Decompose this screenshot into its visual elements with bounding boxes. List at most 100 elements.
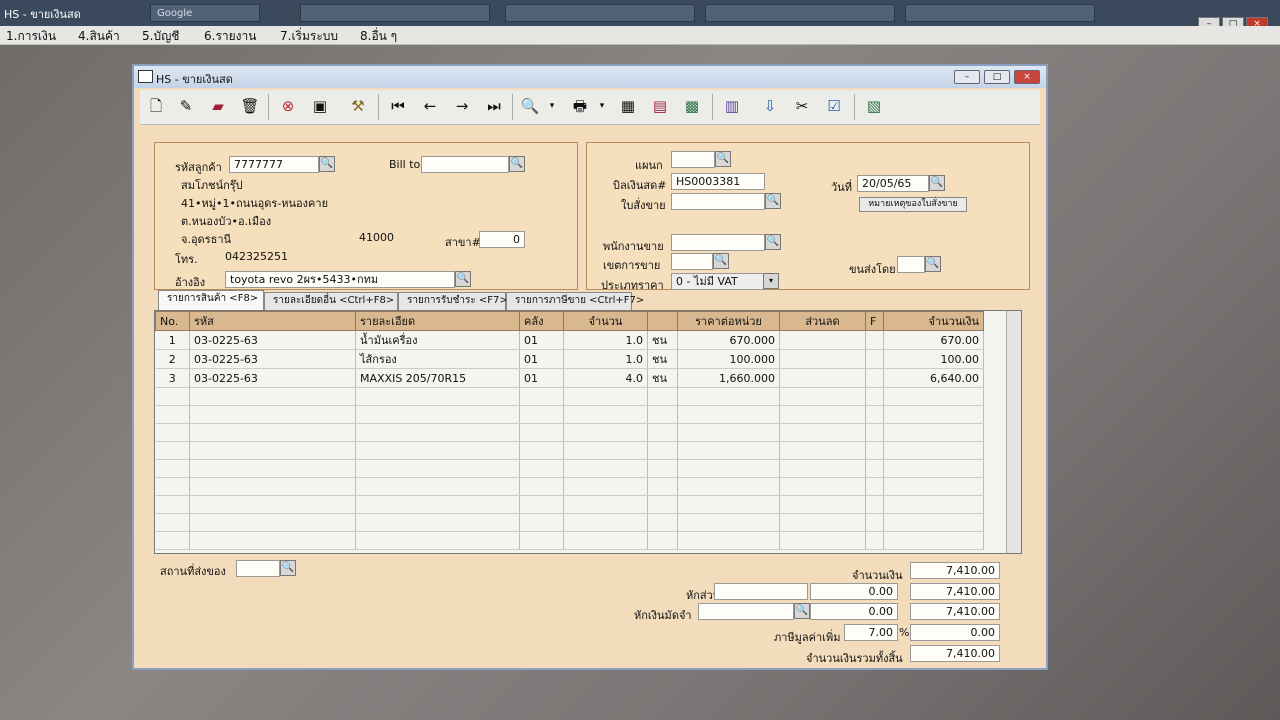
minimize-button[interactable]: – xyxy=(954,70,980,84)
table-cell[interactable] xyxy=(155,477,190,496)
table-cell[interactable] xyxy=(779,495,866,514)
table-cell[interactable] xyxy=(519,423,564,442)
table-cell[interactable]: ชน xyxy=(647,330,678,350)
empty-row[interactable] xyxy=(155,441,984,460)
table-cell[interactable] xyxy=(677,405,780,424)
table-cell[interactable] xyxy=(189,387,356,406)
close-button[interactable]: × xyxy=(1014,70,1040,84)
previous-record-icon[interactable]: ← xyxy=(418,94,442,118)
table-cell[interactable] xyxy=(647,531,678,550)
table-cell[interactable]: 1 xyxy=(155,330,190,350)
menu-accounts[interactable]: 5.บัญชี xyxy=(142,27,179,46)
table-cell[interactable] xyxy=(155,513,190,532)
empty-row[interactable] xyxy=(155,531,984,550)
attach-icon[interactable]: ✂ xyxy=(790,94,814,118)
table-cell[interactable] xyxy=(189,405,356,424)
table-cell[interactable] xyxy=(865,513,884,532)
search-icon[interactable]: 🔍 xyxy=(713,253,729,269)
table-cell[interactable]: 2 xyxy=(155,349,190,369)
menu-setup[interactable]: 7.เริ่มระบบ xyxy=(280,27,338,46)
table-cell[interactable] xyxy=(519,495,564,514)
table-cell[interactable]: 03-0225-63 xyxy=(189,330,356,350)
calendar-icon[interactable]: ▥ xyxy=(720,94,744,118)
table-cell[interactable] xyxy=(647,423,678,442)
table-cell[interactable]: 01 xyxy=(519,330,564,350)
empty-row[interactable] xyxy=(155,459,984,478)
table-cell[interactable] xyxy=(189,495,356,514)
export-icon[interactable]: ▩ xyxy=(680,94,704,118)
table-cell[interactable] xyxy=(519,531,564,550)
table-cell[interactable] xyxy=(155,405,190,424)
table-cell[interactable] xyxy=(865,459,884,478)
table-cell[interactable] xyxy=(519,477,564,496)
search-icon[interactable]: 🔍 xyxy=(280,560,296,576)
col-header-flag[interactable]: F xyxy=(865,311,884,331)
table-cell[interactable]: 03-0225-63 xyxy=(189,368,356,388)
table-cell[interactable]: ชน xyxy=(647,349,678,369)
empty-row[interactable] xyxy=(155,423,984,442)
table-cell[interactable] xyxy=(155,441,190,460)
search-icon[interactable]: 🔍 xyxy=(319,156,335,172)
table-cell[interactable] xyxy=(155,495,190,514)
search-icon[interactable]: 🔍 xyxy=(765,193,781,209)
delivery-place-field[interactable] xyxy=(236,560,280,577)
table-cell[interactable]: ไส้กรอง xyxy=(355,349,520,369)
table-cell[interactable] xyxy=(155,387,190,406)
search-document-icon[interactable]: 🔍 xyxy=(518,94,542,118)
approve-icon[interactable]: ⇩ xyxy=(758,94,782,118)
col-header-amount[interactable]: จำนวนเงิน xyxy=(883,311,984,331)
salesman-field[interactable] xyxy=(671,234,765,251)
table-cell[interactable] xyxy=(519,405,564,424)
table-cell[interactable] xyxy=(155,423,190,442)
table-cell[interactable] xyxy=(865,330,884,350)
col-header-qty[interactable]: จำนวน xyxy=(563,311,648,331)
table-cell[interactable] xyxy=(355,459,520,478)
discount-value-field[interactable]: 0.00 xyxy=(810,583,898,600)
search-icon[interactable]: 🔍 xyxy=(715,151,731,167)
taskbar-tab[interactable] xyxy=(300,4,490,22)
table-cell[interactable] xyxy=(779,349,866,369)
customer-code-field[interactable]: 7777777 xyxy=(229,156,319,173)
table-cell[interactable]: 03-0225-63 xyxy=(189,349,356,369)
table-cell[interactable] xyxy=(883,405,984,424)
table-cell[interactable] xyxy=(189,441,356,460)
table-cell[interactable] xyxy=(563,477,648,496)
vat-rate-field[interactable]: 7.00 xyxy=(844,624,898,641)
taskbar-tab[interactable] xyxy=(905,4,1095,22)
order-note-button[interactable]: หมายเหตุของใบสั่งขาย xyxy=(859,197,967,212)
chevron-down-icon[interactable]: ▾ xyxy=(540,94,564,118)
search-icon[interactable]: 🔍 xyxy=(794,603,810,619)
table-cell[interactable] xyxy=(563,459,648,478)
table-cell[interactable] xyxy=(779,459,866,478)
table-cell[interactable] xyxy=(189,513,356,532)
search-icon[interactable]: 🔍 xyxy=(509,156,525,172)
table-cell[interactable] xyxy=(647,387,678,406)
table-cell[interactable] xyxy=(355,441,520,460)
table-cell[interactable] xyxy=(779,387,866,406)
table-cell[interactable] xyxy=(677,459,780,478)
table-cell[interactable]: น้ำมันเครื่อง xyxy=(355,330,520,350)
table-cell[interactable]: 100.000 xyxy=(677,349,780,369)
table-cell[interactable] xyxy=(883,513,984,532)
table-cell[interactable] xyxy=(883,387,984,406)
table-cell[interactable] xyxy=(189,423,356,442)
table-cell[interactable]: ชน xyxy=(647,368,678,388)
col-header-description[interactable]: รายละเอียด xyxy=(355,311,520,331)
maximize-button[interactable]: □ xyxy=(984,70,1010,84)
save-icon[interactable]: ▣ xyxy=(308,94,332,118)
table-row[interactable]: 1 03-0225-63 น้ำมันเครื่อง 01 1.0 ชน 670.000 67… xyxy=(155,330,984,350)
print-form-icon[interactable]: ▤ xyxy=(648,94,672,118)
preview-icon[interactable]: ▦ xyxy=(616,94,640,118)
chevron-down-icon[interactable]: ▾ xyxy=(590,94,614,118)
table-cell[interactable] xyxy=(155,531,190,550)
table-cell[interactable]: 4.0 xyxy=(563,368,648,388)
trash-icon[interactable]: 🗑 xyxy=(238,94,262,118)
order-field[interactable] xyxy=(671,193,765,210)
table-cell[interactable] xyxy=(563,531,648,550)
table-cell[interactable] xyxy=(779,477,866,496)
printer-icon[interactable]: 🖶 xyxy=(568,94,592,118)
table-cell[interactable] xyxy=(355,477,520,496)
table-cell[interactable] xyxy=(865,423,884,442)
table-cell[interactable] xyxy=(647,495,678,514)
table-cell[interactable]: 1.0 xyxy=(563,349,648,369)
